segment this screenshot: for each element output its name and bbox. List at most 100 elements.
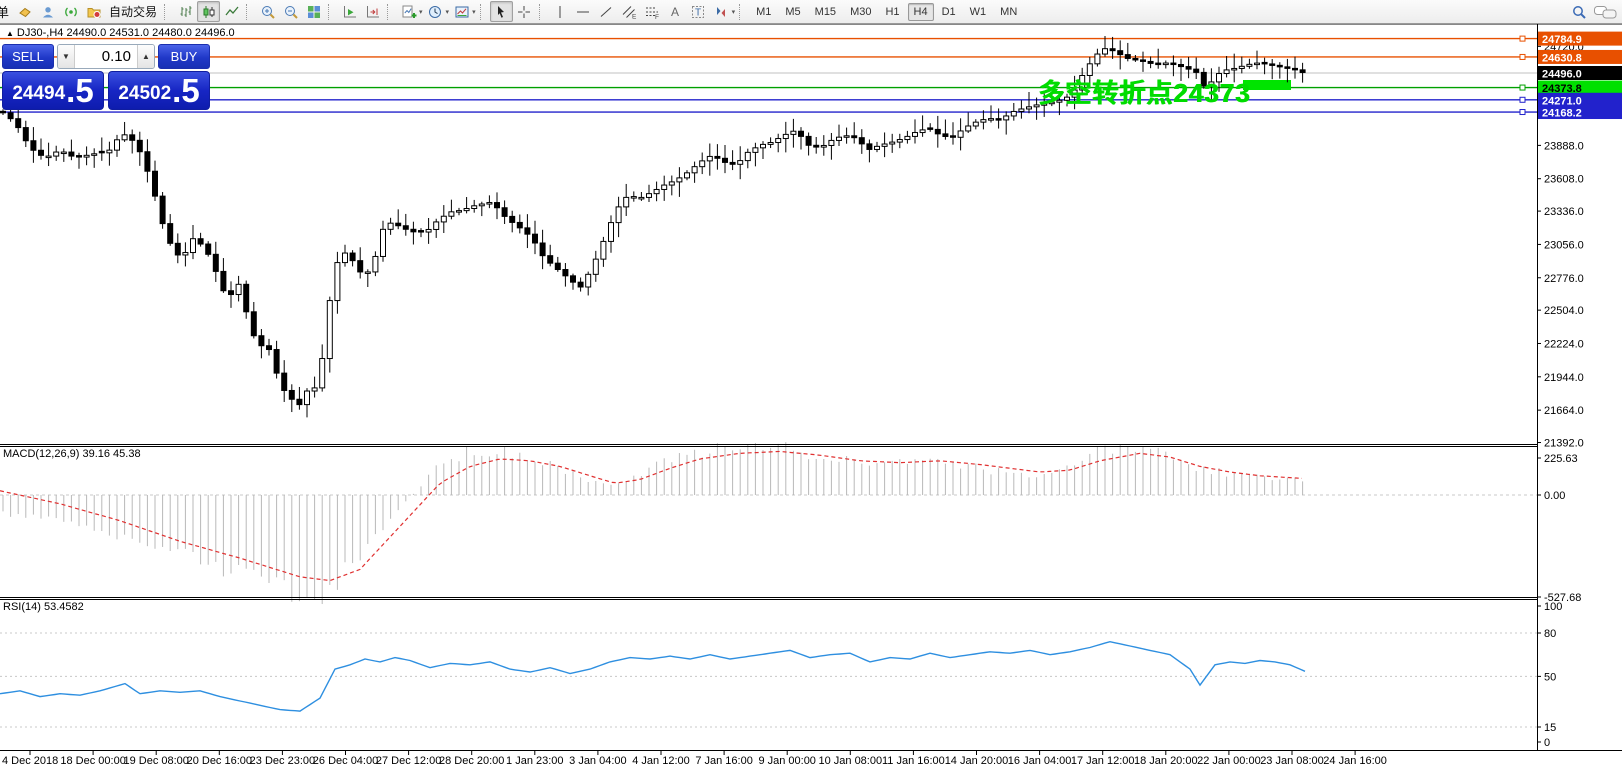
toolbar-separator: [328, 3, 335, 20]
periods-clock-icon[interactable]: [424, 1, 447, 22]
svg-text:4 Jan 12:00: 4 Jan 12:00: [632, 755, 690, 767]
chart-window[interactable]: 24720.0 23888.0 23608.0 23336.0 23056.0 22776…: [0, 24, 1622, 772]
signals-icon[interactable]: [59, 1, 82, 22]
timeframe-m15[interactable]: M15: [809, 3, 842, 21]
buy-price-box[interactable]: 24502.5: [108, 71, 210, 110]
zoom-out-icon[interactable]: [279, 1, 302, 22]
chart-title: ▲ DJ30-,H4 24490.0 24531.0 24480.0 24496.…: [6, 27, 235, 39]
trendline-icon[interactable]: [595, 1, 618, 22]
candlestick-chart-icon[interactable]: [197, 1, 221, 22]
autotrading-button[interactable]: 自动交易: [105, 3, 161, 20]
indicators-caret-icon[interactable]: ▾: [419, 8, 423, 16]
svg-text:22504.0: 22504.0: [1544, 305, 1584, 317]
tile-windows-icon[interactable]: [302, 1, 325, 22]
fibonacci-icon[interactable]: F: [641, 1, 664, 22]
price-axis: 24720.023888.023608.023336.023056.022776…: [1537, 31, 1622, 749]
toolbar-separator: [387, 3, 394, 20]
volume-input[interactable]: [75, 45, 137, 68]
timeframe-mn[interactable]: MN: [994, 3, 1023, 21]
sell-price-box[interactable]: 24494.5: [2, 71, 104, 110]
svg-text:23608.0: 23608.0: [1544, 174, 1584, 186]
svg-text:23056.0: 23056.0: [1544, 239, 1584, 251]
svg-text:24630.8: 24630.8: [1542, 52, 1582, 64]
horizontal-line-icon[interactable]: [572, 1, 595, 22]
rsi-indicator-label: RSI(14) 53.4582: [3, 601, 84, 613]
svg-text:1 Jan 23:00: 1 Jan 23:00: [506, 755, 564, 767]
svg-text:23 Jan 08:00: 23 Jan 08:00: [1260, 755, 1324, 767]
auto-scroll-icon[interactable]: [338, 1, 361, 22]
svg-text:23 Dec 23:00: 23 Dec 23:00: [250, 755, 315, 767]
arrows-tool-icon[interactable]: [710, 1, 733, 22]
chart-canvas[interactable]: 24720.023888.023608.023336.023056.022776…: [0, 24, 1622, 772]
arrows-caret-icon[interactable]: ▾: [732, 8, 736, 16]
community-icon[interactable]: [36, 1, 59, 22]
horizontal-lines[interactable]: [0, 35, 1537, 116]
periods-caret-icon[interactable]: ▾: [446, 8, 450, 16]
timeframe-m5[interactable]: M5: [779, 3, 806, 21]
svg-text:22224.0: 22224.0: [1544, 338, 1584, 350]
svg-text:20 Dec 16:00: 20 Dec 16:00: [187, 755, 252, 767]
svg-text:100: 100: [1544, 601, 1562, 613]
svg-text:225.63: 225.63: [1544, 453, 1578, 465]
line-chart-icon[interactable]: [220, 1, 243, 22]
sell-button[interactable]: SELL: [2, 44, 54, 69]
rsi-panel: [0, 632, 1537, 728]
vertical-line-icon[interactable]: [549, 1, 572, 22]
svg-text:24 Jan 16:00: 24 Jan 16:00: [1323, 755, 1387, 767]
volume-decrease-button[interactable]: ▼: [58, 45, 75, 68]
svg-text:11 Jan 16:00: 11 Jan 16:00: [882, 755, 945, 767]
text-label-icon[interactable]: T: [687, 1, 710, 22]
svg-text:E: E: [632, 13, 637, 20]
svg-text:19 Dec 08:00: 19 Dec 08:00: [123, 755, 188, 767]
one-click-trading-panel: SELL ▼ ▲ BUY 24494.5 24502.5: [2, 44, 210, 110]
timeframe-d1[interactable]: D1: [936, 3, 962, 21]
svg-text:26 Dec 04:00: 26 Dec 04:00: [313, 755, 378, 767]
svg-text:7 Jan 16:00: 7 Jan 16:00: [695, 755, 753, 767]
volume-stepper: ▼ ▲: [57, 44, 155, 69]
volume-increase-button[interactable]: ▲: [137, 45, 154, 68]
gold-package-icon[interactable]: [13, 1, 36, 22]
cursor-icon[interactable]: [489, 1, 513, 22]
timeframe-h4[interactable]: H4: [907, 2, 934, 21]
timeframe-m1[interactable]: M1: [750, 3, 777, 21]
toolbar-separator: [479, 3, 487, 20]
search-icon[interactable]: [1567, 1, 1590, 22]
new-order-button[interactable]: 单: [0, 2, 13, 21]
chart-shift-icon[interactable]: [361, 1, 384, 22]
toolbar-separator: [164, 3, 171, 20]
sell-price-main: 24494: [12, 83, 66, 104]
timeframe-w1[interactable]: W1: [964, 3, 993, 21]
svg-text:21944.0: 21944.0: [1544, 372, 1584, 384]
text-tool-icon[interactable]: A: [664, 1, 687, 22]
price-tag: 24784.9: [1538, 31, 1622, 46]
svg-text:24496.0: 24496.0: [1542, 69, 1582, 81]
crosshair-icon[interactable]: [513, 1, 536, 22]
timeframe-h1[interactable]: H1: [879, 3, 905, 21]
indicators-add-icon[interactable]: [397, 1, 420, 22]
equidistant-channel-icon[interactable]: E: [618, 1, 641, 22]
chat-icon[interactable]: [1590, 1, 1622, 22]
svg-text:21664.0: 21664.0: [1544, 405, 1584, 417]
macd-signal-line: [0, 450, 1303, 582]
bar-chart-icon[interactable]: [174, 1, 197, 22]
zoom-in-icon[interactable]: [256, 1, 279, 22]
buy-button[interactable]: BUY: [158, 44, 210, 69]
svg-text:0.00: 0.00: [1544, 490, 1565, 502]
svg-text:3 Jan 04:00: 3 Jan 04:00: [569, 755, 627, 767]
svg-text:F: F: [655, 14, 659, 20]
price-tag: 24168.2: [1538, 105, 1622, 120]
toolbar-separator: [739, 3, 746, 20]
price-tag: 24496.0: [1538, 66, 1622, 81]
timeframe-m30[interactable]: M30: [844, 3, 877, 21]
macd-indicator-label: MACD(12,26,9) 39.16 45.38: [3, 448, 141, 460]
svg-text:50: 50: [1544, 671, 1556, 683]
svg-text:22 Jan 00:00: 22 Jan 00:00: [1197, 755, 1261, 767]
symbol-marker-icon: ▲: [6, 29, 14, 38]
templates-icon[interactable]: [450, 1, 473, 22]
svg-text:80: 80: [1544, 628, 1556, 640]
templates-caret-icon[interactable]: ▾: [472, 8, 476, 16]
macd-panel: [0, 442, 1537, 605]
svg-text:15: 15: [1544, 722, 1556, 734]
price-tag: 24630.8: [1538, 49, 1622, 64]
market-folder-icon[interactable]: [82, 1, 105, 22]
